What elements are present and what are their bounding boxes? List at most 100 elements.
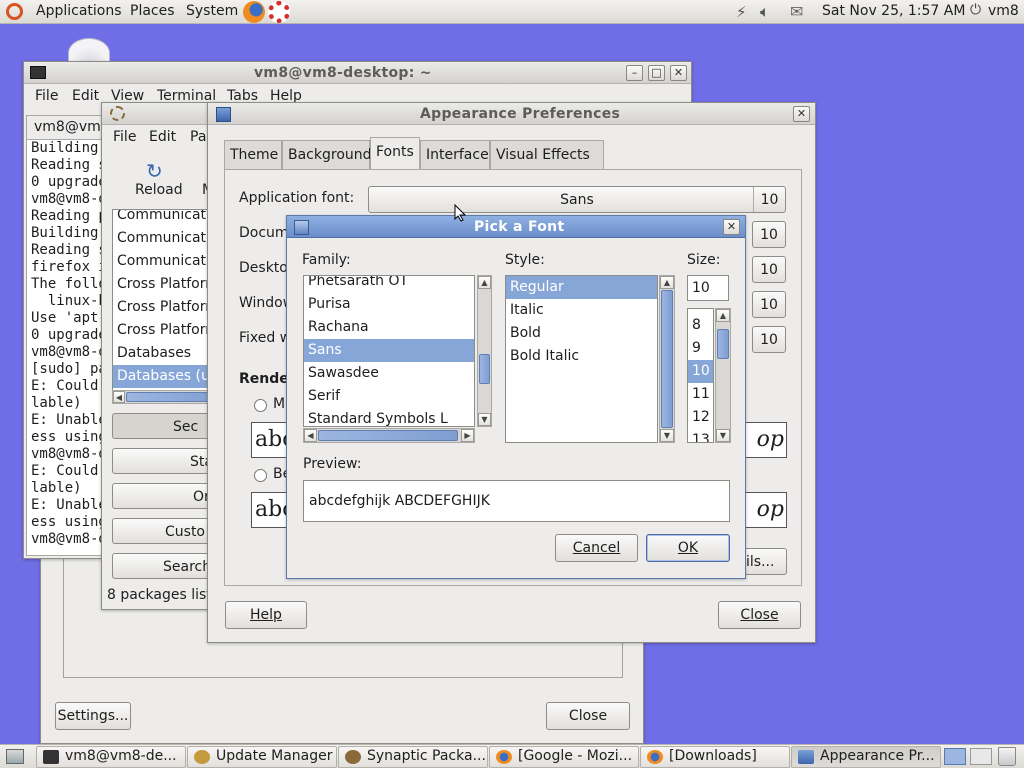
style-item[interactable]: Bold [506, 322, 657, 345]
appearance-close-button[interactable]: Close [718, 601, 801, 629]
user-menu[interactable]: vm8 [988, 3, 1019, 19]
family-item[interactable]: Purisa [304, 293, 474, 316]
family-item[interactable]: Phetsarath OT [304, 276, 474, 293]
family-item[interactable]: Standard Symbols L [304, 408, 474, 426]
top-panel: Applications Places System ⚡ 🔈︎ ✉ Sat No… [0, 0, 1024, 24]
synaptic-titlebar[interactable] [102, 103, 220, 125]
size-item[interactable]: 9 [688, 337, 713, 360]
window-title-font-size[interactable]: 10 [752, 291, 786, 318]
task-update-manager-label: Update Manager [216, 748, 333, 764]
mail-icon[interactable]: ✉ [790, 2, 803, 21]
terminal-line: firefox i [31, 259, 107, 275]
size-item[interactable]: 13 [688, 429, 713, 442]
reload-button[interactable]: ↻ Reload [130, 159, 183, 203]
style-item[interactable]: Italic [506, 299, 657, 322]
minimize-button[interactable]: – [626, 65, 643, 81]
show-desktop-icon[interactable] [6, 749, 24, 764]
task-synaptic[interactable]: Synaptic Packa... [338, 746, 488, 768]
terminal-titlebar[interactable]: vm8@vm8-desktop: ~ – □ ✕ [24, 62, 691, 84]
places-menu[interactable]: Places [130, 3, 175, 19]
appearance-title: Appearance Preferences [420, 106, 621, 122]
tab-background[interactable]: Background [282, 140, 372, 169]
best-shapes-radio[interactable] [254, 469, 267, 482]
terminal-line: The follo [31, 276, 107, 292]
close-button[interactable]: ✕ [793, 106, 810, 122]
size-item[interactable]: 11 [688, 383, 713, 406]
tab-visual-effects[interactable]: Visual Effects [490, 140, 604, 169]
size-vscroll-thumb[interactable] [717, 329, 729, 359]
maximize-button[interactable]: □ [648, 65, 665, 81]
fixed-width-font-size[interactable]: 10 [752, 326, 786, 353]
terminal-line: Reading s [31, 242, 107, 258]
ok-button[interactable]: OK [646, 534, 730, 562]
system-menu[interactable]: System [186, 3, 238, 19]
style-item[interactable]: Bold Italic [506, 345, 657, 368]
family-hscroll[interactable]: ◀ ▶ [303, 428, 475, 443]
menu-file[interactable]: File [35, 88, 58, 104]
size-vscroll[interactable]: ▲ ▼ [715, 308, 731, 443]
family-vscroll[interactable]: ▲ ▼ [477, 275, 492, 427]
family-hscroll-thumb[interactable] [318, 430, 458, 441]
desktop-font-size[interactable]: 10 [752, 256, 786, 283]
task-terminal[interactable]: vm8@vm8-de... [36, 746, 186, 768]
document-font-size[interactable]: 10 [752, 221, 786, 248]
applications-menu[interactable]: Applications [36, 3, 122, 19]
trash-icon[interactable] [998, 747, 1016, 766]
application-font-button[interactable]: Sans 10 [368, 186, 786, 213]
update-manager-icon [194, 750, 210, 764]
tab-interface[interactable]: Interface [420, 140, 490, 169]
volume-icon[interactable]: 🔈︎ [760, 2, 770, 22]
menu-edit[interactable]: Edit [72, 88, 99, 104]
network-icon[interactable]: ⚡ [736, 3, 747, 21]
close-button[interactable]: ✕ [670, 65, 687, 81]
task-update-manager[interactable]: Update Manager [187, 746, 337, 768]
terminal-title: vm8@vm8-desktop: ~ [254, 65, 432, 81]
appearance-titlebar[interactable]: Appearance Preferences ✕ [208, 103, 815, 125]
terminal-line: ess using [31, 514, 107, 530]
workspace-1-icon[interactable] [944, 748, 966, 765]
tab-fonts[interactable]: Fonts [370, 137, 420, 170]
settings-button[interactable]: Settings... [55, 702, 131, 730]
style-vscroll[interactable]: ▲ ▼ [659, 275, 675, 443]
family-item[interactable]: Rachana [304, 316, 474, 339]
clock[interactable]: Sat Nov 25, 1:57 AM [822, 3, 965, 19]
pick-font-titlebar[interactable]: Pick a Font ✕ [287, 216, 745, 238]
task-appearance[interactable]: Appearance Pr... [791, 746, 941, 768]
task-terminal-label: vm8@vm8-de... [65, 748, 177, 764]
size-item[interactable]: 10 [688, 360, 713, 383]
family-item[interactable]: Serif [304, 385, 474, 408]
firefox-launcher-icon[interactable] [243, 1, 265, 23]
update-close-button[interactable]: Close [546, 702, 630, 730]
terminal-line: ess using [31, 429, 107, 445]
family-item[interactable]: Sawasdee [304, 362, 474, 385]
family-vscroll-thumb[interactable] [479, 354, 490, 384]
preview-entry[interactable]: abcdefghijk ABCDEFGHIJK [303, 480, 730, 522]
best-shapes-sample-right: op [743, 492, 787, 528]
power-icon[interactable]: ⏻ [970, 2, 981, 18]
help-launcher-icon[interactable] [268, 1, 290, 23]
details-button[interactable]: ils... [739, 548, 787, 575]
family-item[interactable]: Sans [304, 339, 474, 362]
monochrome-radio[interactable] [254, 399, 267, 412]
help-button[interactable]: Help [225, 601, 307, 629]
close-button[interactable]: ✕ [723, 219, 740, 235]
synaptic-menubar: File Edit Pac [102, 126, 220, 150]
style-vscroll-thumb[interactable] [661, 290, 673, 428]
terminal-line: E: Unable [31, 412, 107, 428]
workspace-2-icon[interactable] [970, 748, 992, 765]
style-list: Regular Italic Bold Bold Italic [505, 275, 658, 443]
size-item[interactable]: 12 [688, 406, 713, 429]
task-firefox-downloads[interactable]: [Downloads] [640, 746, 790, 768]
menu-file[interactable]: File [113, 129, 136, 145]
terminal-line: vm8@vm8-d [31, 344, 107, 360]
terminal-line: 0 upgrade [31, 327, 107, 343]
menu-edit[interactable]: Edit [149, 129, 176, 145]
task-firefox-google[interactable]: [Google - Mozi... [489, 746, 639, 768]
tab-theme[interactable]: Theme [224, 140, 282, 169]
terminal-line: [sudo] pa [31, 361, 107, 377]
style-item[interactable]: Regular [506, 276, 657, 299]
size-item[interactable]: 8 [688, 314, 713, 337]
size-entry[interactable]: 10 [687, 275, 729, 301]
cancel-button[interactable]: Cancel [555, 534, 638, 562]
ubuntu-logo-icon[interactable] [6, 3, 23, 20]
